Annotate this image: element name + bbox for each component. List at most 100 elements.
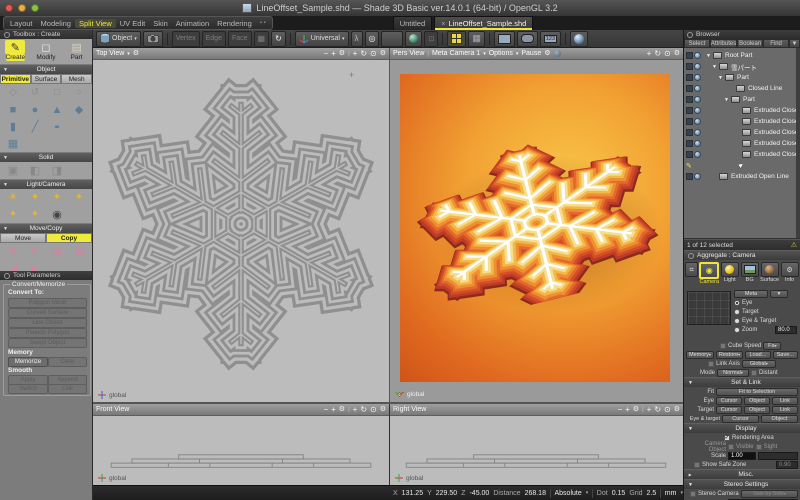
render-toggle[interactable] [694, 85, 701, 92]
render-toggle[interactable] [694, 151, 701, 158]
light-tool-button[interactable]: ◎ [365, 31, 380, 47]
tree-item-label[interactable]: Extruded Closed [754, 129, 800, 136]
aggregate-tab-light[interactable]: Light [720, 262, 739, 283]
spot-light-icon[interactable]: ✦ [24, 190, 46, 205]
browser-filter-icon[interactable]: ▼ [789, 39, 800, 48]
tree-item-label[interactable]: Extruded Closed [754, 118, 800, 125]
eye-object-button[interactable]: Object [744, 397, 770, 405]
freeform-curve-icon[interactable]: ◇ [2, 85, 24, 100]
zoom-out-icon[interactable]: − [323, 406, 328, 414]
visibility-toggle[interactable] [686, 74, 693, 81]
coord-mode-dropdown-icon[interactable]: ▾ [586, 490, 589, 496]
expand-arrow[interactable]: ▼ [718, 75, 723, 81]
zoom-in-icon[interactable]: + [331, 50, 336, 58]
convert-curved-surface-button[interactable]: Curved Surface [8, 308, 87, 318]
zoom-out-icon[interactable]: − [617, 406, 622, 414]
universal-manipulator-button[interactable]: Universal ▾ [295, 31, 349, 47]
mode-dropdown[interactable]: Normal▾ [717, 369, 749, 377]
view-settings-icon[interactable]: ⚙ [674, 50, 680, 57]
tab-uv-edit[interactable]: UV Edit [116, 19, 149, 28]
tab-move[interactable]: Move [0, 233, 46, 243]
circle-tool-icon[interactable]: ○ [68, 85, 90, 100]
render-toggle[interactable] [694, 74, 701, 81]
misc-header[interactable]: ▼Misc. [684, 469, 800, 479]
tree-item-label[interactable]: Part [737, 74, 749, 81]
object-mode-button[interactable]: Object ▾ [96, 31, 141, 47]
tab-skin[interactable]: Skin [149, 19, 172, 28]
convert-swept-object-button[interactable]: Swept Object [8, 338, 87, 348]
toolbox-tab-create[interactable]: ✎ Create [1, 40, 30, 61]
four-view-layout-button[interactable] [447, 31, 466, 47]
set-link-header[interactable]: ▼Set & Link [684, 377, 800, 387]
stereo-camera-checkbox[interactable] [690, 491, 696, 497]
tree-row[interactable]: ▼ Part [684, 94, 800, 105]
render-toggle[interactable] [694, 118, 701, 125]
view-settings-icon[interactable]: ⚙ [674, 406, 680, 413]
magnify-icon[interactable]: ⊙ [664, 406, 671, 414]
tree-row[interactable]: Extruded Closed [684, 149, 800, 160]
grid-toggle-button[interactable]: ▦ [468, 31, 485, 47]
zoom-radio-row[interactable]: Zoom 80.0 [732, 325, 799, 334]
magnify-icon[interactable]: ⊙ [664, 50, 671, 58]
tree-item-label[interactable]: Closed Line [748, 85, 782, 92]
tab-animation[interactable]: Animation [172, 19, 213, 28]
rotate-copy-icon[interactable]: ↻ [24, 244, 46, 259]
safe-zone-field[interactable]: 0.90 [776, 461, 798, 469]
tree-row[interactable]: Extruded Closed [684, 105, 800, 116]
cube-speed-checkbox[interactable] [720, 343, 726, 349]
zoom-in-icon[interactable]: + [331, 406, 336, 414]
render-toggle[interactable] [694, 140, 701, 147]
smooth-link-button[interactable]: Link [48, 384, 87, 394]
tree-row[interactable]: ▼ Part [684, 72, 800, 83]
world-view-button[interactable] [405, 31, 422, 47]
eye-radio-row[interactable]: Eye [732, 298, 799, 307]
object-section-header[interactable]: ▼Object [0, 64, 92, 74]
doc-tab-untitled[interactable]: Untitled [393, 16, 432, 30]
visibility-toggle[interactable] [686, 107, 693, 114]
directional-light-icon[interactable]: ✦ [46, 190, 68, 205]
solid-extrude-icon[interactable]: ◧ [24, 163, 46, 178]
eye-target-object-button[interactable]: Object [761, 415, 798, 423]
tab-layout[interactable]: Layout [6, 19, 37, 28]
zoom-out-icon[interactable]: − [323, 50, 328, 58]
vertex-mode-button[interactable]: Vertex [172, 31, 200, 47]
tree-row[interactable]: ▼ Root Part [684, 50, 800, 61]
tree-item-label[interactable]: 雪パート [731, 62, 757, 72]
move-copy-section-header[interactable]: ▼Move/Copy [0, 223, 92, 233]
numeric-input-button[interactable]: 123 [540, 31, 561, 47]
browser-tab-find[interactable]: Find [763, 39, 789, 48]
tree-item-label[interactable]: Extruded Closed [754, 151, 800, 158]
target-object-button[interactable]: Object [744, 406, 770, 414]
top-view-gear-icon[interactable]: ⚙ [133, 50, 139, 57]
link-axis-dropdown[interactable]: Global▾ [742, 360, 776, 368]
magnify-icon[interactable]: ⊙ [370, 406, 377, 414]
tab-mesh[interactable]: Mesh [61, 74, 92, 84]
aggregate-tab-camera[interactable]: ◉ Camera [699, 262, 719, 285]
translate-copy-icon[interactable]: ⊕ [2, 244, 24, 259]
expand-arrow[interactable]: ▼ [706, 53, 711, 59]
load-button[interactable]: Load... [745, 351, 770, 359]
visibility-toggle[interactable] [686, 118, 693, 125]
tree-row[interactable]: Extruded Closed [684, 138, 800, 149]
view-settings-icon[interactable]: ⚙ [380, 406, 386, 413]
magnify-icon[interactable]: ⊙ [370, 50, 377, 58]
tab-modeling[interactable]: Modeling [37, 19, 75, 28]
coord-mode-dropdown[interactable]: Absolute [555, 490, 582, 497]
browser-tab-select[interactable]: Select [684, 39, 710, 48]
panel-collapse-icon[interactable] [4, 32, 10, 38]
pers-preview-ball-icon[interactable] [554, 50, 561, 57]
toolbox-tab-part[interactable]: ▤ Part [62, 40, 91, 61]
top-view-dropdown-icon[interactable]: ▾ [127, 51, 130, 57]
face-mode-button[interactable]: Face [228, 31, 252, 47]
aggregate-tab-bg[interactable]: BG [740, 262, 759, 283]
browser-scrollbar[interactable] [796, 48, 800, 238]
line-light-icon[interactable]: ✦ [24, 207, 46, 222]
safe-zone-checkbox[interactable] [694, 462, 700, 468]
visibility-toggle[interactable] [686, 63, 693, 70]
browser-tab-boolean[interactable]: Boolean [737, 39, 763, 48]
link-view-button[interactable]: ⊡ [424, 31, 438, 47]
convert-line-object-button[interactable]: Line Object [8, 318, 87, 328]
stereo-mode-dropdown[interactable]: Side by Side▾ [741, 490, 798, 498]
tree-row[interactable]: Extruded Closed [684, 116, 800, 127]
convert-pseudo-polygon-button[interactable]: Pseudo Polygon [8, 328, 87, 338]
